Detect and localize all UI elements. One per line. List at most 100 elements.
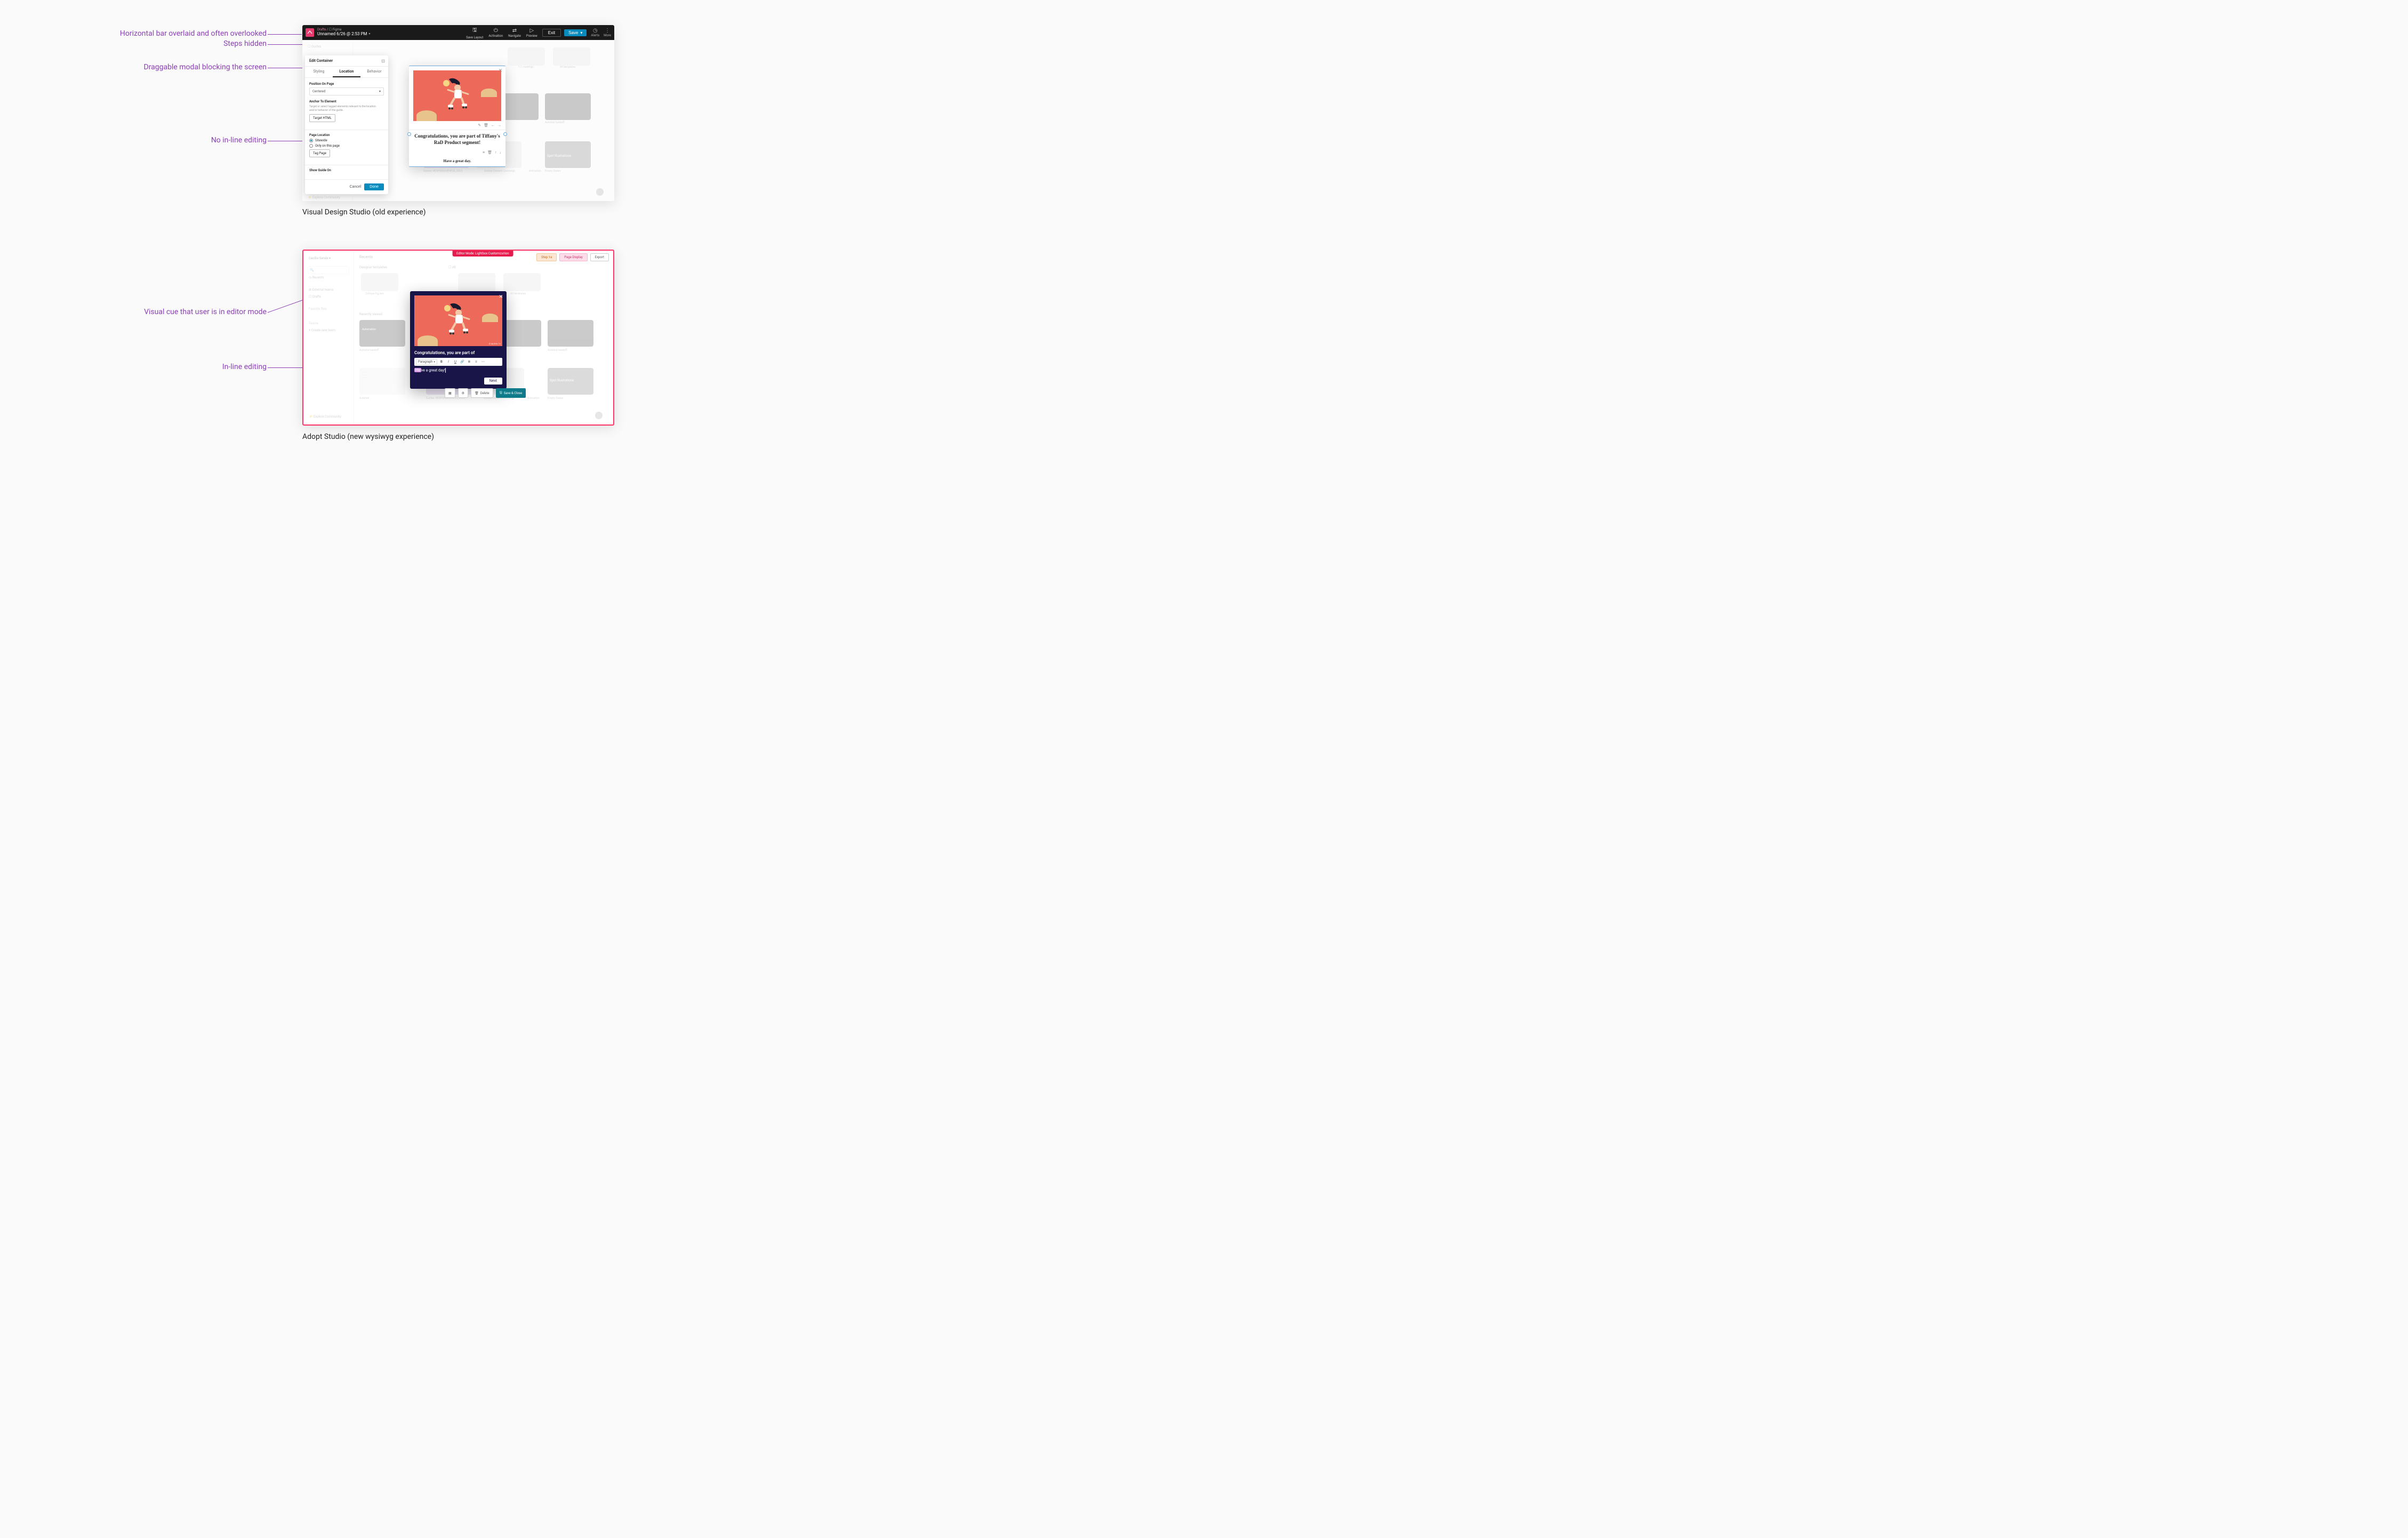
grid-icon-button[interactable]: ▦ xyxy=(445,388,455,398)
block-toolbar: ✎ 🗑 ← → xyxy=(409,121,505,130)
tab-behavior[interactable]: Behavior xyxy=(360,67,388,77)
save-button[interactable]: Save▾ xyxy=(564,29,587,36)
annotation-modal-blocking: Draggable modal blocking the screen xyxy=(59,63,267,71)
bold-icon[interactable]: B xyxy=(439,360,444,364)
screenshot-new-experience: Editor Mode: Lightbox Customization Step… xyxy=(302,250,614,426)
guide-preview-modal[interactable]: ✕ ✎ 🗑 ← → Congratulations, you are part … xyxy=(409,66,505,167)
guide-body-editable[interactable]: Have a great day! xyxy=(414,368,502,373)
done-button[interactable]: Done xyxy=(364,183,384,190)
preview-button[interactable]: ▷Preview xyxy=(524,28,540,38)
radio-icon xyxy=(309,144,313,148)
annotation-overlay-bar: Horizontal bar overlaid and often overlo… xyxy=(59,29,267,38)
annotation-steps-hidden: Steps hidden xyxy=(59,39,267,48)
chip-export[interactable]: Export xyxy=(590,253,609,261)
skater-icon xyxy=(438,75,477,113)
caption-old: Visual Design Studio (old experience) xyxy=(302,208,426,217)
arrow-left-icon[interactable]: ← xyxy=(491,123,495,127)
hero-illustration xyxy=(413,70,501,121)
edit-container-panel[interactable]: Edit Container⊡ Styling Location Behavio… xyxy=(305,55,388,194)
annotation-inline-editing: In-line editing xyxy=(59,363,267,371)
align-icon[interactable]: ≡ xyxy=(473,360,479,364)
save-layout-button[interactable]: 🖫Save Layout xyxy=(463,26,486,39)
chevron-down-icon: ▾ xyxy=(580,30,582,35)
more-button[interactable]: ⋮More xyxy=(604,28,611,37)
clock-icon: ◷ xyxy=(591,28,599,34)
list-icon[interactable]: ≣ xyxy=(467,360,472,364)
close-icon[interactable]: ✕ xyxy=(499,294,503,300)
rich-text-toolbar: Paragraph▾ B I U 🔗 ≣ ≡ ⋯ xyxy=(414,358,502,366)
close-icon[interactable]: ⊡ xyxy=(381,59,385,63)
bg-sidebar: Cecilia Serale ▾ 🔍 ◷ Recents ⊞ External … xyxy=(303,251,354,424)
trash-icon[interactable]: 🗑 xyxy=(484,123,488,127)
page-location-label: Page Location xyxy=(309,133,384,137)
document-title[interactable]: Unnamed 6/26 @ 2:53 PM xyxy=(317,32,367,37)
more-icon[interactable]: ⋯ xyxy=(480,360,486,364)
hero-illustration: © MUFIN TV xyxy=(414,295,502,346)
chevron-down-icon: ▾ xyxy=(379,90,381,93)
studio-topbar: Step 1a Page Display Export xyxy=(536,253,609,261)
editor-mode-badge: Editor Mode: Lightbox Customization xyxy=(452,251,513,257)
play-icon: ▷ xyxy=(529,28,534,34)
annotation-visual-cue: Visual cue that user is in editor mode xyxy=(59,308,267,316)
save-close-button[interactable]: 🖫Save & Close xyxy=(496,388,526,398)
block-toolbar-lower: ≡ 🗑 ↑ ↓ xyxy=(409,149,505,158)
arrow-right-icon[interactable]: → xyxy=(497,123,501,127)
chip-page-display[interactable]: Page Display xyxy=(559,253,587,261)
chevron-down-icon[interactable]: ▾ xyxy=(369,33,371,36)
radio-icon xyxy=(309,139,313,142)
settings-icon-button[interactable]: ⚙ xyxy=(458,388,468,398)
anchor-help: Target or select tagged elements relevan… xyxy=(309,105,384,112)
navigate-icon: ⇄ xyxy=(512,28,517,34)
panel-tabs: Styling Location Behavior xyxy=(305,67,388,78)
power-icon: ⏻ xyxy=(494,28,498,34)
skater-icon xyxy=(439,300,478,338)
activation-button[interactable]: ⏻Activation xyxy=(486,28,505,38)
guide-headline[interactable]: Congratulations, you are part of Tiffany… xyxy=(409,130,505,149)
adopt-guide-modal[interactable]: ✕ © MUFIN TV Congratulations, you are pa… xyxy=(410,291,507,389)
breadcrumb: Drafts / ☐ Figma Unnamed 6/26 @ 2:53 PM▾ xyxy=(317,28,371,36)
tag-page-button[interactable]: Tag Page xyxy=(309,149,330,157)
cancel-button[interactable]: Cancel xyxy=(349,183,361,190)
position-label: Position On Page xyxy=(309,82,384,86)
chip-step[interactable]: Step 1a xyxy=(536,253,557,261)
radio-only-this-page[interactable]: Only on this page xyxy=(309,144,384,148)
edit-icon[interactable]: ✎ xyxy=(478,123,481,127)
underline-icon[interactable]: U xyxy=(453,360,458,364)
position-select[interactable]: Centered▾ xyxy=(309,87,384,95)
align-icon[interactable]: ≡ xyxy=(483,150,485,155)
arrow-down-icon[interactable]: ↓ xyxy=(500,150,502,155)
panel-title: Edit Container⊡ xyxy=(305,55,388,67)
paragraph-select[interactable]: Paragraph▾ xyxy=(416,359,437,365)
link-icon[interactable]: 🔗 xyxy=(460,360,465,364)
anchor-label: Anchor To Element xyxy=(309,100,384,103)
more-icon: ⋮ xyxy=(604,28,611,34)
screenshot-old-experience: Drafts / ☐ Figma Unnamed 6/26 @ 2:53 PM▾… xyxy=(302,25,614,201)
modal-action-bar: ▦ ⚙ 🗑Delete 🖫Save & Close xyxy=(445,388,526,398)
guide-headline-editable[interactable]: Congratulations, you are part of xyxy=(414,350,502,355)
exit-button[interactable]: Exit xyxy=(542,29,561,37)
radio-sitewide[interactable]: Sitewide xyxy=(309,139,384,142)
trash-icon: 🗑 xyxy=(475,391,479,395)
save-icon: 🖫 xyxy=(500,390,502,396)
delete-button[interactable]: 🗑Delete xyxy=(471,388,493,398)
gear-icon: ⚙ xyxy=(462,391,464,395)
tab-location[interactable]: Location xyxy=(333,67,360,77)
guide-subtext[interactable]: Have a great day. xyxy=(409,158,505,166)
italic-icon[interactable]: I xyxy=(446,360,451,364)
alerts-button[interactable]: ◷Alerts xyxy=(591,28,599,37)
caption-new: Adopt Studio (new wysiwyg experience) xyxy=(302,432,434,441)
next-button[interactable]: Next xyxy=(484,378,502,384)
arrow-up-icon[interactable]: ↑ xyxy=(495,150,497,155)
save-icon: 🖫 xyxy=(472,26,477,35)
anno-line xyxy=(268,34,302,35)
navigate-button[interactable]: ⇄Navigate xyxy=(505,28,524,38)
chevron-down-icon: ▾ xyxy=(434,361,435,364)
brand-logo xyxy=(306,28,314,37)
image-credit: © MUFIN TV xyxy=(489,342,501,345)
grid-icon: ▦ xyxy=(448,391,452,395)
show-guide-label: Show Guide On xyxy=(309,169,384,172)
trash-icon[interactable]: 🗑 xyxy=(487,150,492,155)
tab-styling[interactable]: Styling xyxy=(305,67,333,77)
target-html-button[interactable]: Target HTML xyxy=(309,114,335,122)
editor-toolbar: Drafts / ☐ Figma Unnamed 6/26 @ 2:53 PM▾… xyxy=(302,25,614,40)
